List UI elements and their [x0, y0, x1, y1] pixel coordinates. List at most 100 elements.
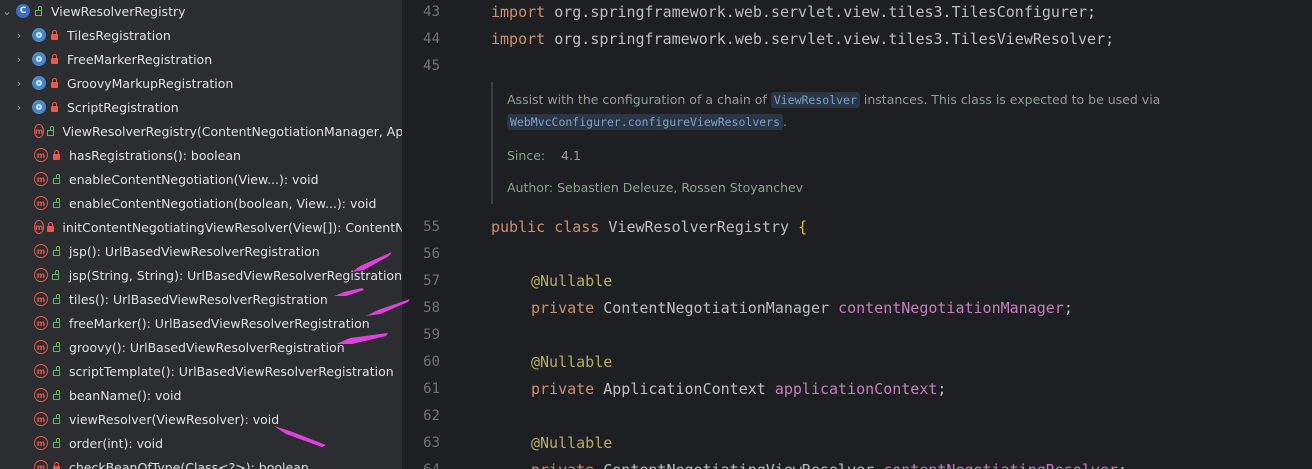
field-name: applicationContext	[774, 380, 938, 398]
chevron-right-icon[interactable]: ›	[14, 101, 24, 114]
line-number: 44	[423, 31, 440, 47]
tree-member[interactable]: m order(int): void	[0, 431, 402, 455]
chevron-right-icon[interactable]: ›	[14, 77, 24, 90]
method-icon: m	[34, 460, 48, 469]
public-visibility-icon	[51, 341, 61, 353]
code-line-64[interactable]: private ContentNegotiatingViewResolver c…	[531, 461, 1127, 469]
javadoc-tag-label: Since:	[507, 148, 546, 163]
line-number: 64	[402, 462, 440, 469]
type-name: ApplicationContext	[594, 380, 775, 398]
code-line-43[interactable]: import org.springframework.web.servlet.v…	[491, 3, 1096, 21]
tree-item-label: initContentNegotiatingViewResolver(View[…	[62, 219, 402, 235]
keyword: private	[531, 299, 595, 317]
chevron-right-icon[interactable]: ›	[14, 53, 24, 66]
tree-member[interactable]: m viewResolver(ViewResolver): void	[0, 407, 402, 431]
class-name: ViewResolverRegistry	[599, 218, 799, 236]
tree-inner-class[interactable]: › TilesRegistration	[0, 23, 402, 47]
code-editor[interactable]: 43 44 45 55 56 57 58 59 60 61 62 63 64 i…	[402, 0, 1312, 469]
code-line-55[interactable]: public class ViewResolverRegistry {	[491, 218, 807, 236]
public-visibility-icon	[51, 197, 61, 209]
line-number: 58	[423, 300, 440, 316]
brace: {	[798, 218, 808, 236]
code-line-61[interactable]: private ApplicationContext applicationCo…	[531, 380, 946, 398]
tree-item-label: ViewResolverRegistry(ContentNegotiationM…	[62, 123, 402, 139]
javadoc-text: instances. This class is expected to be …	[859, 92, 1161, 107]
code-line-60[interactable]: @Nullable	[531, 353, 612, 371]
inner-class-icon	[32, 52, 46, 66]
tree-inner-class[interactable]: › ScriptRegistration	[0, 95, 402, 119]
public-visibility-icon	[51, 293, 61, 305]
private-visibility-icon	[51, 461, 61, 469]
tree-inner-class[interactable]: › GroovyMarkupRegistration	[0, 71, 402, 95]
method-icon: m	[34, 268, 48, 282]
method-icon: m	[34, 340, 48, 354]
tree-member[interactable]: m groovy(): UrlBasedViewResolverRegistrat…	[0, 335, 402, 359]
method-icon: m	[34, 244, 48, 258]
code-line-44[interactable]: import org.springframework.web.servlet.v…	[491, 30, 1114, 48]
semicolon: ;	[1118, 461, 1127, 469]
tree-inner-class[interactable]: › FreeMarkerRegistration	[0, 47, 402, 71]
line-number: 45	[423, 58, 440, 74]
tree-member[interactable]: m freeMarker(): UrlBasedViewResolverRegis…	[0, 311, 402, 335]
tree-member[interactable]: m hasRegistrations(): boolean	[0, 143, 402, 167]
javadoc-author: Author: Sebastien Deleuze, Rossen Stoyan…	[507, 180, 803, 195]
tree-member[interactable]: m ViewResolverRegistry(ContentNegotiation…	[0, 119, 402, 143]
method-icon: m	[34, 292, 48, 306]
inner-class-icon	[32, 28, 46, 42]
code-line-57[interactable]: @Nullable	[531, 272, 612, 290]
tree-item-label: scriptTemplate(): UrlBasedViewResolverRe…	[69, 363, 394, 379]
tree-item-label: ScriptRegistration	[67, 99, 179, 115]
inner-class-icon	[32, 100, 46, 114]
tree-item-label: checkBeanOfType(Class<?>): boolean	[69, 459, 309, 469]
private-visibility-icon	[49, 77, 59, 89]
javadoc-text: .	[783, 114, 788, 129]
import-path: org.springframework.web.servlet.view.til…	[545, 3, 1097, 21]
public-visibility-icon	[51, 413, 61, 425]
javadoc-code-link[interactable]: WebMvcConfigurer.configureViewResolvers	[507, 114, 784, 130]
semicolon: ;	[1063, 299, 1073, 317]
method-icon: m	[34, 388, 48, 402]
tree-root-viewresolverregistry[interactable]: ⌄ C ViewResolverRegistry	[0, 0, 402, 23]
field-name: contentNegotiationManager	[838, 299, 1064, 317]
line-number: 55	[423, 219, 440, 235]
private-visibility-icon	[51, 149, 61, 161]
chevron-down-icon[interactable]: ⌄	[2, 5, 12, 18]
field-name: contentNegotiatingResolver	[883, 461, 1118, 469]
javadoc-code-link[interactable]: ViewResolver	[770, 92, 860, 108]
javadoc-line-1: Assist with the configuration of a chain…	[507, 92, 1161, 108]
line-number: 59	[423, 327, 440, 343]
tree-member[interactable]: m scriptTemplate(): UrlBasedViewResolverR…	[0, 359, 402, 383]
type-name: ContentNegotiationManager	[594, 299, 839, 317]
structure-panel: ⌄ C ViewResolverRegistry › TilesRegistrat…	[0, 0, 402, 469]
code-line-63[interactable]: @Nullable	[531, 434, 612, 452]
private-visibility-icon	[49, 29, 59, 41]
tree-member[interactable]: m enableContentNegotiation(View...): void	[0, 167, 402, 191]
tree-member[interactable]: m jsp(): UrlBasedViewResolverRegistration	[0, 239, 402, 263]
inner-class-icon	[32, 76, 46, 90]
tree-item-label: hasRegistrations(): boolean	[69, 147, 241, 163]
line-number: 43	[423, 4, 440, 20]
tree-item-label: FreeMarkerRegistration	[67, 51, 213, 67]
annotation: @Nullable	[531, 353, 613, 371]
keyword: class	[554, 218, 600, 236]
tree-item-label: GroovyMarkupRegistration	[67, 75, 234, 91]
tree-item-label: jsp(String, String): UrlBasedViewResolve…	[68, 267, 402, 283]
javadoc-tag-value: 4.1	[561, 148, 581, 163]
tree-item-label: jsp(): UrlBasedViewResolverRegistration	[69, 243, 320, 259]
method-icon: m	[34, 196, 48, 210]
tree-item-label: tiles(): UrlBasedViewResolverRegistratio…	[69, 291, 328, 307]
tree-member[interactable]: m checkBeanOfType(Class<?>): boolean	[0, 455, 402, 469]
code-line-58[interactable]: private ContentNegotiationManager conten…	[531, 299, 1073, 317]
class-c-icon: C	[16, 4, 30, 18]
tree-item-label: freeMarker(): UrlBasedViewResolverRegist…	[69, 315, 370, 331]
tree-member[interactable]: m enableContentNegotiation(boolean, View.…	[0, 191, 402, 215]
tree-member[interactable]: m tiles(): UrlBasedViewResolverRegistrati…	[0, 287, 402, 311]
tree-member[interactable]: m jsp(String, String): UrlBasedViewResolv…	[0, 263, 402, 287]
chevron-right-icon[interactable]: ›	[14, 29, 24, 42]
keyword: import	[491, 3, 546, 21]
line-number: 57	[423, 273, 440, 289]
tree-member[interactable]: m initContentNegotiatingViewResolver(View…	[0, 215, 402, 239]
tree-member[interactable]: m beanName(): void	[0, 383, 402, 407]
import-path: org.springframework.web.servlet.view.til…	[545, 30, 1115, 48]
javadoc-text: Assist with the configuration of a chain…	[507, 92, 771, 107]
